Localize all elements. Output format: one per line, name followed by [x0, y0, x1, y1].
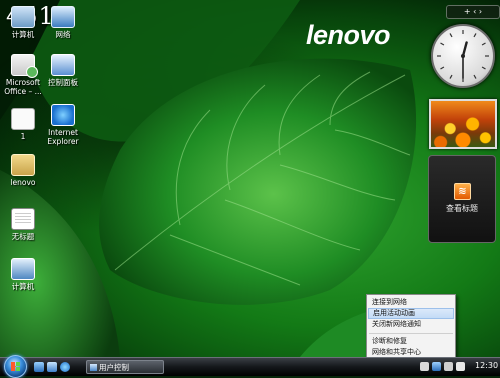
hour-hand: [461, 41, 468, 58]
feed-gadget-label: 查看标题: [446, 204, 478, 213]
menu-separator: [369, 333, 453, 334]
menu-item-connect[interactable]: 连接到网络: [368, 297, 454, 308]
network-tray-icon[interactable]: [432, 362, 441, 371]
document-icon: [11, 208, 35, 230]
desktop-icon-label: 控制面板: [48, 78, 78, 87]
taskbar-clock[interactable]: 12:30: [475, 361, 498, 370]
menu-item-diagnose-repair[interactable]: 诊断和修复: [368, 336, 454, 347]
computer-icon: [11, 258, 35, 280]
desktop-icon-label: 计算机: [11, 282, 35, 291]
network-icon: [51, 6, 75, 28]
lenovo-logo: lenovo: [306, 20, 391, 50]
menu-item-turn-off-notifications[interactable]: 关闭新网络通知: [368, 319, 454, 330]
volume-icon[interactable]: [444, 362, 453, 371]
system-tray: 12:30: [418, 360, 500, 374]
window-icon: [90, 364, 97, 371]
ie-quicklaunch-icon[interactable]: [60, 362, 70, 372]
menu-item-network-sharing-center[interactable]: 网络和共享中心: [368, 347, 454, 357]
desktop-icon-network[interactable]: 网络: [40, 6, 86, 39]
clock-tick: [473, 74, 477, 79]
desktop-icon-label: 网络: [55, 30, 71, 39]
desktop-icon-label: lenovo: [10, 178, 36, 187]
desktop-icon-label: Internet Explorer: [47, 128, 79, 146]
desktop-icon-computer-2[interactable]: 计算机: [0, 258, 46, 291]
taskbar: 用户控制 12:30: [0, 355, 500, 378]
language-icon[interactable]: [456, 362, 465, 371]
desktop-icon-ie[interactable]: Internet Explorer: [40, 104, 86, 146]
desktop-icon-control-panel[interactable]: 控制面板: [40, 54, 86, 87]
clock-tick: [473, 33, 477, 38]
ie-icon: [51, 104, 75, 126]
desktop-icon-label: 无标题: [11, 232, 35, 241]
desktop-icon-lenovo-folder[interactable]: lenovo: [0, 154, 46, 187]
taskbar-window-button[interactable]: 用户控制: [86, 360, 164, 374]
clock-tick: [449, 74, 453, 79]
clock-tick: [481, 42, 486, 46]
control-panel-icon: [51, 54, 75, 76]
desktop[interactable]: 451 lenovo 计算机 网络 Microsoft Office – ...…: [0, 0, 500, 357]
show-desktop-icon[interactable]: [34, 362, 44, 372]
folder-icon: [11, 154, 35, 176]
tray-app-icon[interactable]: [420, 362, 429, 371]
computer-icon: [11, 6, 35, 28]
network-context-menu: 连接到网络 启用活动动画 关闭新网络通知 诊断和修复 网络和共享中心: [366, 294, 456, 357]
office-icon: [11, 54, 38, 78]
sidebar-controls[interactable]: + ‹ ›: [446, 5, 500, 19]
taskbar-window-label: 用户控制: [99, 363, 129, 372]
clock-gadget[interactable]: [431, 24, 495, 88]
rss-icon: ≋: [454, 183, 471, 200]
clock-tick: [440, 42, 445, 46]
clock-face: [437, 30, 489, 82]
feed-headlines-gadget[interactable]: ≋ 查看标题: [428, 155, 496, 243]
desktop-icon-untitled[interactable]: 无标题: [0, 208, 46, 241]
clock-tick: [481, 66, 486, 70]
slideshow-gadget[interactable]: [429, 99, 497, 149]
clock-tick: [449, 33, 453, 38]
menu-item-enable-activity-animation[interactable]: 启用活动动画: [368, 308, 454, 319]
switch-windows-icon[interactable]: [47, 362, 57, 372]
clock-tick: [440, 66, 445, 70]
file-icon: [11, 108, 35, 130]
